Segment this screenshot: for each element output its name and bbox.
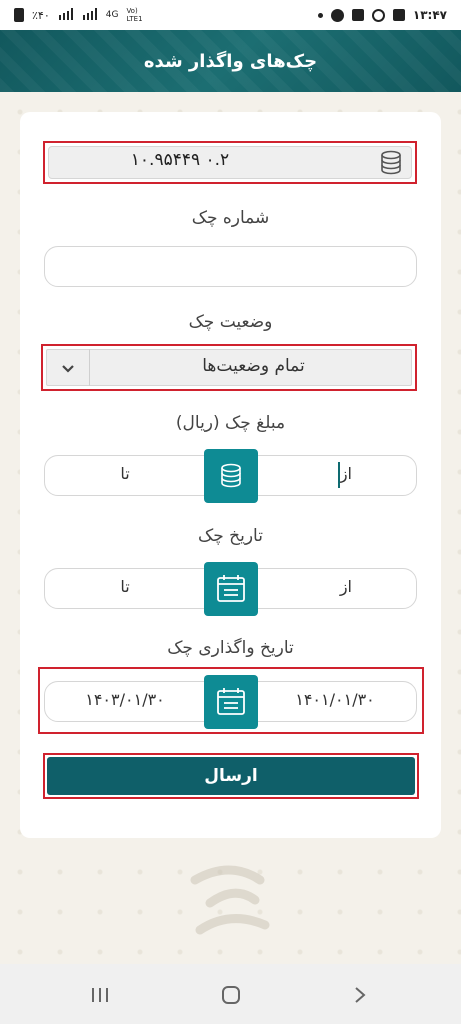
check-status-label: وضعیت چک: [188, 312, 273, 332]
chevron-down-icon[interactable]: [60, 360, 76, 379]
amount-from-input[interactable]: از: [270, 464, 400, 483]
page-title: چک‌های واگذار شده: [143, 50, 318, 72]
system-navigation-bar: [0, 964, 461, 1024]
text-cursor: [338, 462, 340, 488]
coins-stack-icon: [376, 148, 406, 178]
battery-icon: [14, 8, 24, 22]
assignment-date-to-input[interactable]: ۱۴۰۳/۰۱/۳۰: [60, 690, 190, 709]
volte-indicator: Vo) LTE1: [126, 7, 143, 23]
brand-watermark-logo: [175, 855, 285, 945]
balance-value: ۱۰.۹۵۴۴۹ ۰.۲: [130, 150, 230, 170]
clock: ۱۳:۴۷: [412, 8, 447, 22]
check-number-label: شماره چک: [191, 208, 270, 228]
check-number-input[interactable]: [44, 246, 417, 287]
assignment-date-from-input[interactable]: ۱۴۰۱/۰۱/۳۰: [270, 690, 400, 709]
back-icon[interactable]: [352, 986, 368, 1008]
app-icon: [392, 9, 405, 21]
app-header: چک‌های واگذار شده: [0, 30, 461, 92]
calendar-tile[interactable]: [204, 562, 258, 616]
check-date-to-input[interactable]: تا: [60, 577, 190, 596]
status-bar: ٪۴۰ 4G Vo) LTE1 ۱۳:۴۷: [0, 0, 461, 30]
chat-icon: [330, 8, 344, 22]
submit-button[interactable]: ارسال: [47, 757, 415, 795]
signal-icon: [58, 7, 74, 23]
coins-tile: [204, 449, 258, 503]
check-date-from-input[interactable]: از: [270, 577, 400, 596]
calendar-icon: [217, 575, 245, 602]
check-status-value: تمام وضعیت‌ها: [202, 356, 305, 376]
check-date-label: تاریخ چک: [198, 526, 263, 546]
coins-icon: [221, 463, 241, 488]
home-icon[interactable]: [221, 986, 241, 1008]
select-divider: [89, 349, 90, 386]
status-left: ٪۴۰ 4G Vo) LTE1: [14, 7, 152, 23]
dot-indicator: [317, 12, 323, 18]
recent-apps-icon[interactable]: [90, 986, 110, 1008]
calendar-icon-2: [217, 688, 245, 715]
check-amount-label: مبلغ چک (ریال): [175, 413, 286, 433]
status-right: ۱۳:۴۷: [317, 8, 447, 22]
image-icon: [351, 9, 364, 21]
network-type: 4G: [105, 10, 119, 20]
sync-icon: [371, 8, 385, 22]
battery-level: ٪۴۰: [32, 8, 50, 22]
signal-icon-2: [82, 7, 98, 23]
amount-to-input[interactable]: تا: [60, 464, 190, 483]
assignment-date-label: تاریخ واگذاری چک: [167, 638, 294, 658]
calendar-tile-2[interactable]: [204, 675, 258, 729]
